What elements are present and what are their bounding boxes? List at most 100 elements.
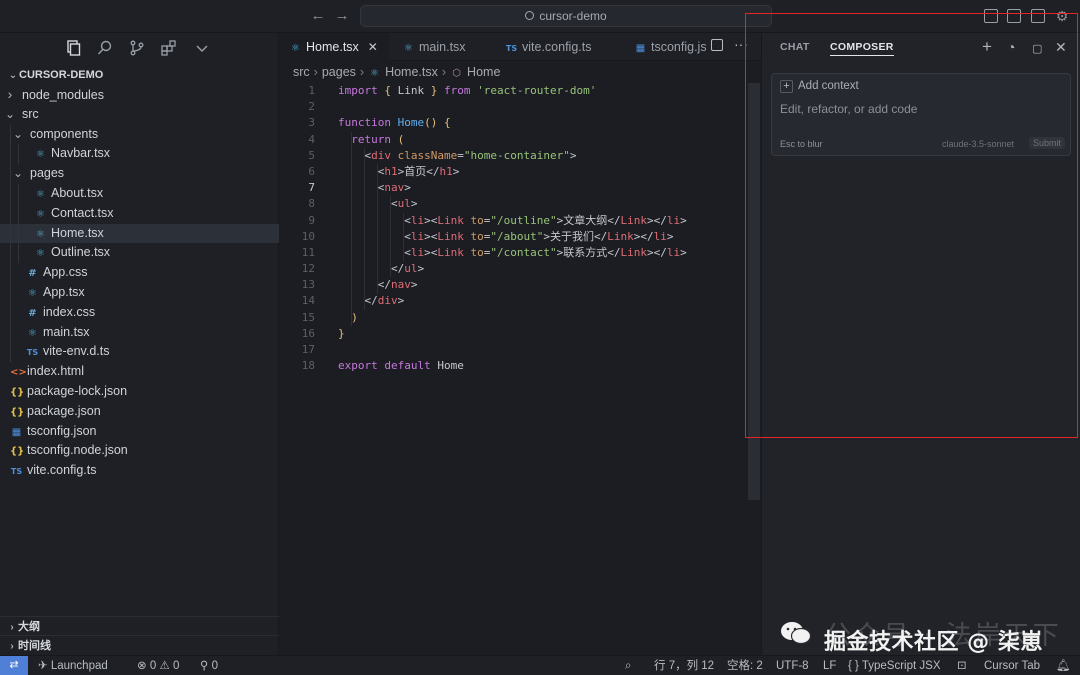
- explorer-section-header[interactable]: ⌄ CURSOR-DEMO: [0, 66, 279, 85]
- code-line[interactable]: 10 <li><Link to="/about">关于我们</Link></li…: [279, 229, 749, 245]
- tree-item[interactable]: ▦ tsconfig.json: [0, 422, 279, 442]
- command-center-search[interactable]: cursor-demo: [360, 5, 772, 27]
- code-line[interactable]: 3 function Home() {: [279, 115, 749, 131]
- gear-icon[interactable]: ⚙: [1053, 7, 1071, 25]
- toggle-secondary-sidebar-icon[interactable]: [1031, 9, 1045, 23]
- encoding[interactable]: UTF-8: [776, 656, 809, 675]
- tree-item[interactable]: # index.css: [0, 302, 279, 323]
- composer-input[interactable]: + Add context Edit, refactor, or add code…: [771, 73, 1071, 156]
- tree-item[interactable]: TS vite.config.ts: [0, 461, 279, 481]
- outline-section-header[interactable]: › 大纲: [0, 616, 279, 636]
- toggle-primary-sidebar-icon[interactable]: [984, 9, 998, 23]
- react-file-icon: ⚛: [36, 149, 45, 161]
- rocket-icon: ✈: [38, 660, 51, 672]
- indentation[interactable]: 空格: 2: [727, 656, 763, 675]
- problems-item[interactable]: ⊗ 0 ⚠ 0: [137, 656, 179, 675]
- cursor-tab-item[interactable]: Cursor Tab: [984, 656, 1040, 675]
- code-text: <div className="home-container">: [338, 148, 577, 162]
- code-line[interactable]: 15 ): [279, 310, 749, 326]
- tree-item[interactable]: ⚛ Home.tsx: [0, 223, 279, 244]
- code-line[interactable]: 1 import { Link } from 'react-router-dom': [279, 83, 749, 99]
- chevron-down-icon: ⌄: [4, 106, 16, 121]
- code-line[interactable]: 16}: [279, 326, 749, 342]
- code-line[interactable]: 14 </div>: [279, 293, 749, 309]
- tree-item[interactable]: ⌄ components: [0, 124, 279, 145]
- zoom-icon[interactable]: ⌕: [625, 656, 631, 675]
- remote-indicator-icon[interactable]: ⇄: [0, 656, 28, 675]
- tree-item[interactable]: <>index.html: [0, 362, 279, 382]
- more-actions-icon[interactable]: ···: [734, 36, 748, 52]
- tab-chat[interactable]: CHAT: [780, 41, 810, 53]
- search-icon[interactable]: [96, 39, 114, 57]
- tree-item[interactable]: TS vite-env.d.ts: [0, 342, 279, 363]
- tree-item[interactable]: › node_modules: [0, 85, 279, 105]
- tab-main-tsx[interactable]: ⚛ main.tsx: [392, 33, 492, 61]
- code-line[interactable]: 12 </ul>: [279, 261, 749, 277]
- language-mode[interactable]: { } TypeScript JSX: [848, 656, 941, 675]
- tree-item[interactable]: {} tsconfig.node.json: [0, 441, 279, 461]
- editor-scrollbar[interactable]: [748, 83, 760, 500]
- tree-item[interactable]: {} package-lock.json: [0, 382, 279, 402]
- model-selector[interactable]: claude-3.5-sonnet: [942, 139, 1014, 149]
- code-line[interactable]: 18 export default Home: [279, 358, 749, 374]
- history-icon[interactable]: ◔: [1007, 40, 1015, 54]
- source-control-icon[interactable]: [128, 39, 146, 57]
- tree-item[interactable]: ⚛ Navbar.tsx: [0, 144, 279, 165]
- explorer-icon[interactable]: [64, 39, 82, 57]
- tree-item[interactable]: ⚛ Outline.tsx: [0, 243, 279, 264]
- ports-item[interactable]: ⚲ 0: [200, 656, 218, 675]
- code-line[interactable]: 17: [279, 342, 749, 358]
- tree-item[interactable]: ⚛ About.tsx: [0, 183, 279, 204]
- warning-icon: ⚠: [156, 660, 173, 672]
- code-view[interactable]: 1 import { Link } from 'react-router-dom'…: [279, 83, 749, 374]
- breadcrumb-item[interactable]: Home: [467, 65, 500, 79]
- toggle-panel-icon[interactable]: [1007, 9, 1021, 23]
- arrow-left-icon[interactable]: ←: [309, 7, 327, 25]
- code-line[interactable]: 9 <li><Link to="/outline">文章大纲</Link></l…: [279, 213, 749, 229]
- braces-icon: { }: [848, 660, 862, 672]
- timeline-section-header[interactable]: › 时间线: [0, 635, 279, 655]
- tree-item[interactable]: ⚛ Contact.tsx: [0, 203, 279, 224]
- close-icon[interactable]: ✕: [368, 40, 378, 54]
- tab-Home-tsx[interactable]: ⚛ Home.tsx ✕: [279, 33, 389, 61]
- add-context-button[interactable]: + Add context: [780, 80, 859, 93]
- tab-vite-config-ts[interactable]: TS vite.config.ts: [495, 33, 621, 61]
- breadcrumb-item[interactable]: src: [293, 65, 310, 79]
- submit-button[interactable]: Submit: [1029, 137, 1066, 149]
- close-icon[interactable]: ✕: [1055, 40, 1067, 54]
- code-line[interactable]: 4 return (: [279, 132, 749, 148]
- chevron-down-icon[interactable]: [193, 39, 211, 57]
- cursor-position[interactable]: 行 7，列 12: [654, 656, 714, 675]
- split-editor-icon[interactable]: [711, 39, 723, 51]
- tree-item[interactable]: ⚛ main.tsx: [0, 322, 279, 343]
- chevron-right-icon: ›: [10, 641, 14, 652]
- tree-item[interactable]: {} package.json: [0, 402, 279, 422]
- tab-tsconfig-js[interactable]: ▦ tsconfig.js: [624, 33, 706, 61]
- tree-item[interactable]: ⌄ src: [0, 105, 279, 125]
- code-line[interactable]: 7 <nav>: [279, 180, 749, 196]
- json-file-icon: {}: [10, 406, 25, 418]
- code-line[interactable]: 2: [279, 99, 749, 115]
- breadcrumb: src › pages › ⚛ Home.tsx › ⬡ Home: [279, 61, 761, 83]
- tree-item[interactable]: ⌄ pages: [0, 164, 279, 184]
- terminal-icon[interactable]: ⊡: [957, 656, 967, 675]
- tree-item[interactable]: # App.css: [0, 263, 279, 283]
- plus-icon[interactable]: +: [982, 38, 992, 55]
- indent-guide: [351, 131, 352, 326]
- breadcrumb-item[interactable]: pages: [322, 65, 356, 79]
- code-line[interactable]: 8 <ul>: [279, 196, 749, 212]
- code-line[interactable]: 13 </nav>: [279, 277, 749, 293]
- maximize-icon[interactable]: ▢: [1032, 42, 1042, 56]
- launchpad-item[interactable]: ✈ Launchpad: [38, 656, 108, 675]
- end-of-line[interactable]: LF: [823, 656, 836, 675]
- code-line[interactable]: 11 <li><Link to="/contact">联系方式</Link></…: [279, 245, 749, 261]
- tab-composer[interactable]: COMPOSER: [830, 41, 894, 56]
- breadcrumb-item[interactable]: Home.tsx: [385, 65, 438, 79]
- extensions-icon[interactable]: [160, 39, 178, 57]
- code-line[interactable]: 5 <div className="home-container">: [279, 148, 749, 164]
- tree-item[interactable]: ⚛ App.tsx: [0, 282, 279, 303]
- react-file-icon: ⚛: [36, 228, 45, 240]
- arrow-right-icon[interactable]: →: [333, 7, 351, 25]
- notifications-icon[interactable]: 🔔︎: [1056, 656, 1071, 675]
- code-line[interactable]: 6 <h1>首页</h1>: [279, 164, 749, 180]
